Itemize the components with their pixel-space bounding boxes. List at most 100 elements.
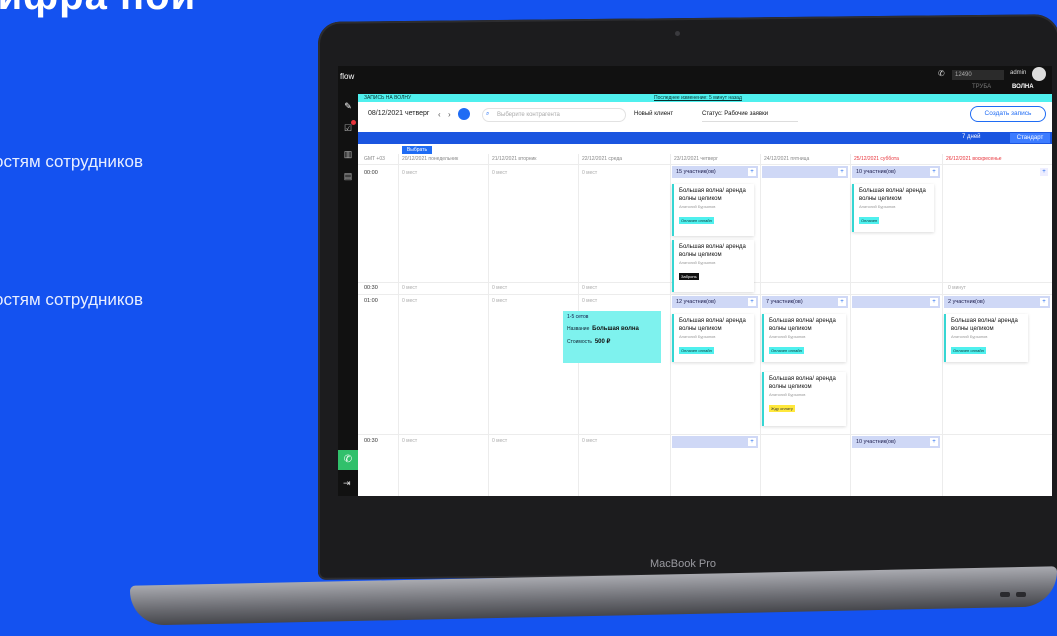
participants-strip[interactable]: +	[852, 296, 940, 308]
slot-empty[interactable]: 0 мест	[582, 438, 597, 444]
add-icon[interactable]: +	[930, 298, 938, 306]
status-badge: Оплачен онлайн	[951, 347, 986, 354]
slot-empty[interactable]: 0 мест	[402, 298, 417, 304]
grid-divider	[488, 154, 489, 496]
booking-card[interactable]: Большая волна/ аренда волны целиком Анат…	[672, 314, 754, 362]
schedule-grid: Выбрать GMT +03 20/12/2021 понедельник 2…	[358, 144, 1052, 496]
day-header: 21/12/2021 вторник	[492, 156, 537, 162]
slot-empty[interactable]: 0 мест	[582, 298, 597, 304]
participants-strip[interactable]: +	[762, 166, 848, 178]
standard-button[interactable]: Стандарт	[1010, 133, 1050, 143]
popup-price-label: Стоимость	[567, 339, 593, 345]
slot-empty[interactable]: 0 мест	[402, 170, 417, 176]
edit-icon[interactable]: ✎	[342, 100, 354, 112]
booking-card[interactable]: Большая волна/ аренда волны целиком Анат…	[762, 314, 846, 362]
add-icon[interactable]: +	[748, 168, 756, 176]
user-name[interactable]: admin	[1010, 70, 1026, 76]
booking-title: Большая волна/ аренда волны целиком	[769, 376, 836, 390]
slot-popup[interactable]: 1-5 сетов Название Большая волна Стоимос…	[563, 311, 661, 363]
booking-person: Анатолий Бурьянов	[859, 204, 896, 209]
day-header: 24/12/2021 пятница	[764, 156, 810, 162]
popup-name-value: Большая волна	[592, 326, 639, 332]
grid-divider	[760, 154, 761, 496]
add-icon[interactable]: +	[838, 298, 846, 306]
add-icon[interactable]: +	[838, 168, 846, 176]
next-icon[interactable]: ›	[448, 110, 451, 119]
tab-volna[interactable]: ВОЛНА	[1012, 84, 1034, 90]
slot-empty[interactable]: 0 минут	[948, 285, 966, 291]
slot-empty[interactable]: 0 мест	[582, 285, 597, 291]
logout-icon[interactable]: ⇥	[343, 478, 351, 489]
tab-truba[interactable]: ТРУБА	[972, 84, 991, 90]
prev-icon[interactable]: ‹	[438, 110, 441, 119]
participants-strip[interactable]: +	[672, 436, 758, 448]
booking-card[interactable]: Большая волна/ аренда волны целиком Анат…	[762, 372, 846, 426]
participants-strip[interactable]: 2 участник(ов) +	[944, 296, 1050, 308]
grid-divider	[670, 154, 671, 496]
status-badge: Оплачен онлайн	[769, 347, 804, 354]
booking-card[interactable]: Большая волна/ аренда волны целиком Анат…	[672, 240, 754, 292]
participants-strip[interactable]: +	[944, 166, 1050, 178]
day-header: 22/12/2021 среда	[582, 156, 623, 162]
calendar-button[interactable]	[458, 108, 470, 120]
avatar[interactable]	[1032, 67, 1046, 81]
participants-strip[interactable]: 7 участник(ов) +	[762, 296, 848, 308]
grid-divider	[398, 154, 399, 496]
participants-count: 10 участник(ов)	[856, 169, 896, 175]
phone-icon[interactable]: ✆	[338, 450, 358, 470]
add-icon[interactable]: +	[930, 168, 938, 176]
slot-empty[interactable]: 0 мест	[492, 170, 507, 176]
popup-price-value: 500 ₽	[594, 339, 611, 345]
booking-card[interactable]: Большая волна/ аренда волны целиком Анат…	[944, 314, 1028, 362]
last-change-link[interactable]: Последнее изменение: 5 минут назад	[654, 94, 742, 102]
phone-icon: ✆	[938, 69, 945, 78]
slot-empty[interactable]: 0 мест	[492, 298, 507, 304]
range-select[interactable]: 7 дней	[962, 134, 981, 140]
slot-empty[interactable]: 0 мест	[582, 170, 597, 176]
booking-card[interactable]: Большая волна/ аренда волны целиком Анат…	[852, 184, 934, 232]
participants-strip[interactable]: 10 участник(ов) +	[852, 436, 940, 448]
booking-person: Анатолий Бурьянов	[769, 334, 806, 339]
promo-line: остям сотрудников	[0, 152, 144, 171]
status-badge: Жду оплату	[769, 405, 795, 412]
add-icon[interactable]: +	[1040, 298, 1048, 306]
counterparty-search[interactable]: Выберите контрагента	[482, 108, 626, 122]
participants-strip[interactable]: 15 участник(ов) +	[672, 166, 758, 178]
date-picker[interactable]: 08/12/2021 четверг	[368, 110, 429, 117]
sidebar: flow ✎ ☑ ▥ ▤ ✆ ⇥	[338, 66, 358, 496]
time-label: 00:30	[364, 285, 378, 291]
status-badge: Оплачен онлайн	[679, 217, 714, 224]
time-label: 00:30	[364, 438, 378, 444]
booking-card[interactable]: Большая волна/ аренда волны целиком Анат…	[672, 184, 754, 236]
slot-empty[interactable]: 0 мест	[402, 438, 417, 444]
new-client-button[interactable]: Новый клиент	[634, 111, 673, 117]
add-icon[interactable]: +	[1040, 168, 1048, 176]
add-icon[interactable]: +	[748, 438, 756, 446]
booking-person: Анатолий Бурьянов	[679, 204, 716, 209]
page-title: ЗАПИСЬ НА ВОЛНУ	[364, 95, 412, 101]
participants-count: 2 участник(ов)	[948, 299, 985, 305]
participants-strip[interactable]: 12 участник(ов) +	[672, 296, 758, 308]
chart-icon[interactable]: ▥	[342, 148, 354, 160]
slot-empty[interactable]: 0 мест	[492, 285, 507, 291]
notification-dot	[351, 120, 356, 125]
day-header: 26/12/2021 воскресенье	[946, 156, 1002, 162]
participants-count: 15 участник(ов)	[676, 169, 716, 175]
participants-strip[interactable]: 10 участник(ов) +	[852, 166, 940, 178]
port-icon	[1000, 592, 1010, 597]
grid-divider	[850, 154, 851, 496]
grid-divider	[358, 164, 1052, 165]
booking-person: Анатолий Бурьянов	[951, 334, 988, 339]
participants-count: 10 участник(ов)	[856, 439, 896, 445]
booking-title: Большая волна/ аренда волны целиком	[859, 188, 926, 202]
slot-empty[interactable]: 0 мест	[492, 438, 507, 444]
add-icon[interactable]: +	[748, 298, 756, 306]
status-select[interactable]: Статус: Рабочие заявки	[702, 108, 798, 122]
create-record-button[interactable]: Создать запись	[970, 106, 1046, 122]
select-button[interactable]: Выбрать	[402, 146, 432, 154]
phone-input[interactable]: 12490	[952, 70, 1004, 80]
booking-person: Анатолий Бурьянов	[679, 334, 716, 339]
add-icon[interactable]: +	[930, 438, 938, 446]
calendar-icon[interactable]: ▤	[342, 170, 354, 182]
slot-empty[interactable]: 0 мест	[402, 285, 417, 291]
